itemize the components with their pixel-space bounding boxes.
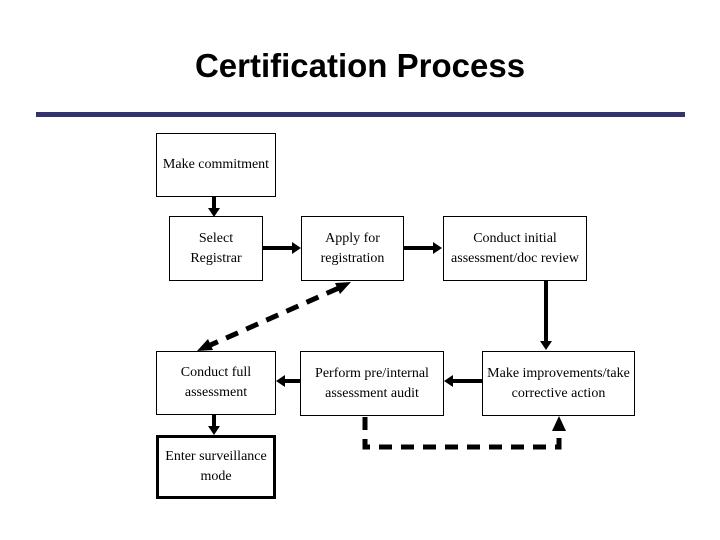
edge-full-to-apply-feedback [197, 282, 351, 351]
slide-canvas: Certification Process Make commitment Se… [0, 0, 720, 540]
node-make-improvements-label: Make improvements/take corrective action [487, 365, 630, 401]
node-make-commitment[interactable]: Make commitment [156, 133, 276, 197]
edge-apply-to-initial-arrowhead [433, 242, 442, 254]
edge-full-to-surveillance-arrowhead [208, 426, 220, 435]
edge-apply-to-initial-line [404, 246, 435, 250]
edge-registrar-to-apply-arrowhead [292, 242, 301, 254]
node-conduct-initial-assessment-label: Conduct initial assessment/doc review [451, 230, 579, 266]
node-enter-surveillance-mode-label: Enter surveillance mode [165, 449, 267, 484]
edge-initial-to-improvements-arrowhead [540, 341, 552, 350]
node-make-improvements[interactable]: Make improvements/take corrective action [482, 351, 635, 416]
edge-registrar-to-apply-line [263, 246, 294, 250]
node-conduct-full-assessment[interactable]: Conduct full assessment [156, 351, 276, 415]
node-perform-pre-internal-audit-label: Perform pre/internal assessment audit [315, 365, 429, 401]
edge-improvements-to-perform-line [453, 379, 483, 383]
node-apply-registration[interactable]: Apply for registration [301, 216, 404, 281]
edge-perform-to-improvements [362, 416, 566, 450]
node-make-commitment-label: Make commitment [162, 157, 270, 172]
node-conduct-initial-assessment[interactable]: Conduct initial assessment/doc review [443, 216, 587, 281]
node-select-registrar-label: Select Registrar [190, 230, 242, 266]
node-select-registrar[interactable]: Select Registrar [169, 216, 263, 281]
page-title: Certification Process [194, 47, 526, 84]
node-perform-pre-internal-audit[interactable]: Perform pre/internal assessment audit [300, 351, 444, 416]
edge-perform-to-full-arrowhead [276, 375, 285, 387]
edge-initial-to-improvements-line [544, 281, 548, 343]
node-enter-surveillance-mode[interactable]: Enter surveillance mode [156, 435, 276, 499]
title-divider [36, 112, 685, 117]
edge-perform-to-full-line [285, 379, 301, 383]
edge-improvements-to-perform-arrowhead [444, 375, 453, 387]
node-conduct-full-assessment-label: Conduct full assessment [180, 365, 252, 400]
node-apply-registration-label: Apply for registration [320, 230, 385, 266]
